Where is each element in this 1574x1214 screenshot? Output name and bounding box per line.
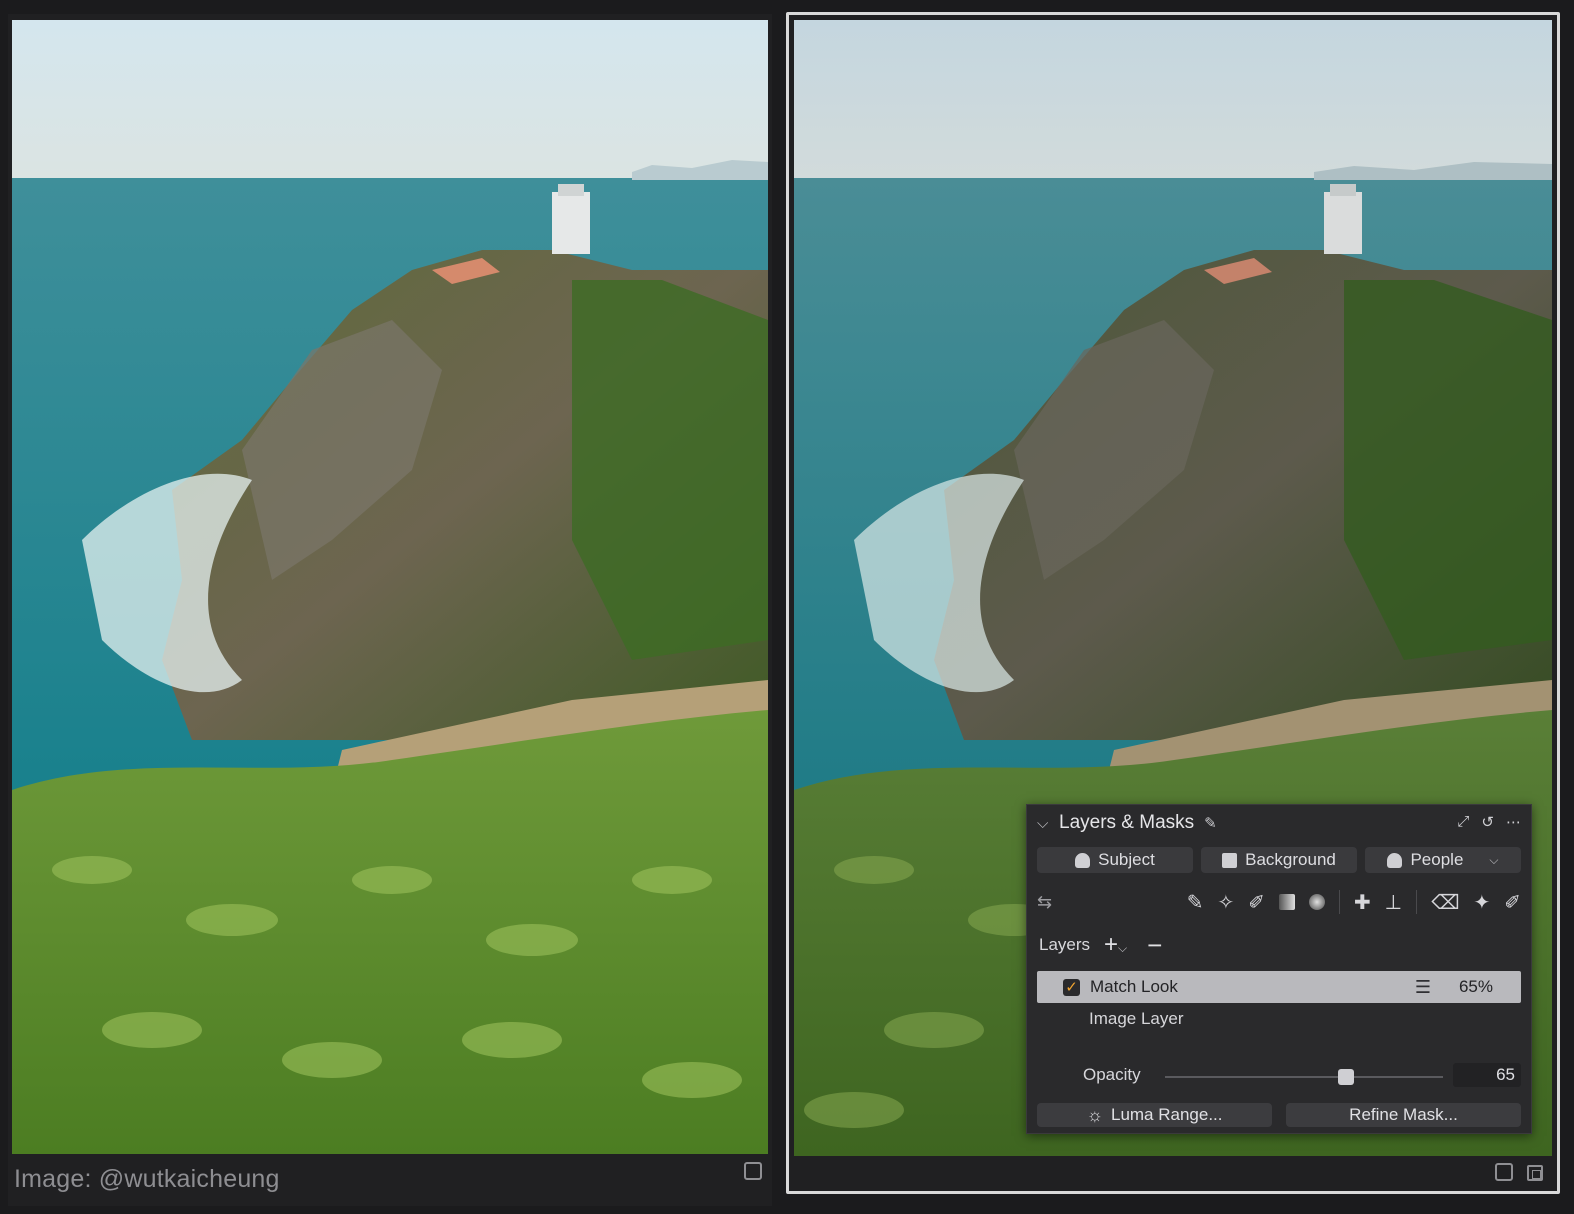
layers-label: Layers bbox=[1039, 935, 1091, 954]
remove-layer-button[interactable]: − bbox=[1147, 932, 1162, 958]
people-mask-button[interactable]: People ⌵ bbox=[1365, 847, 1521, 873]
eraser-icon[interactable]: ⌫ bbox=[1431, 890, 1459, 915]
sun-icon: ☼ bbox=[1086, 1104, 1103, 1125]
people-icon bbox=[1387, 852, 1403, 868]
mask-buttons: Subject Background People ⌵ bbox=[1037, 847, 1521, 873]
layer-visibility-checkbox[interactable]: ✓ bbox=[1063, 978, 1080, 996]
mask-tools-row: ⇆ ✎ ✧ ✐ ✚ ⊥ ⌫ ✦ ✐ bbox=[1037, 887, 1521, 917]
opacity-value-field[interactable]: 65 bbox=[1453, 1063, 1521, 1087]
viewer-left[interactable]: Image: @wutkaicheung bbox=[8, 14, 772, 1206]
add-layer-button[interactable]: +⌵ bbox=[1104, 933, 1127, 957]
mask-refine-row: ☼ Luma Range... Refine Mask... bbox=[1037, 1103, 1521, 1127]
more-options-icon[interactable]: ⋯ bbox=[1506, 813, 1521, 831]
magic-eraser-icon[interactable]: ✦ bbox=[1473, 890, 1490, 915]
luma-range-label: Luma Range... bbox=[1110, 1105, 1223, 1124]
panel-header: ⌵ Layers & Masks ✎ ⤢ ↺ ⋯ bbox=[1027, 805, 1531, 841]
opacity-slider-track[interactable] bbox=[1165, 1076, 1443, 1078]
opacity-control: Opacity 65 bbox=[1027, 1063, 1531, 1089]
subject-label: Subject bbox=[1098, 850, 1155, 869]
layers-masks-panel: ⌵ Layers & Masks ✎ ⤢ ↺ ⋯ Subject Backgro… bbox=[1026, 804, 1532, 1134]
frame-icon[interactable] bbox=[744, 1162, 762, 1180]
refine-mask-label: Refine Mask... bbox=[1349, 1105, 1458, 1124]
image-credit: Image: @wutkaicheung bbox=[14, 1165, 280, 1193]
brush-icon[interactable]: ✎ bbox=[1187, 890, 1204, 915]
heal-icon[interactable]: ✚ bbox=[1354, 890, 1371, 915]
reset-icon[interactable]: ↺ bbox=[1481, 813, 1494, 831]
frame-icon[interactable] bbox=[1495, 1163, 1513, 1181]
ai-eraser-icon[interactable]: ✐ bbox=[1504, 890, 1521, 915]
expand-icon[interactable]: ⤢ bbox=[1457, 813, 1469, 831]
image-layer-item[interactable]: Image Layer bbox=[1089, 1009, 1184, 1029]
panel-title: Layers & Masks bbox=[1059, 812, 1195, 833]
pipette-icon[interactable]: ✎ bbox=[1204, 814, 1217, 832]
layer-row-selected[interactable]: ✓ Match Look ☰ 65% bbox=[1037, 971, 1521, 1003]
layer-opacity-percent: 65% bbox=[1458, 977, 1493, 996]
linear-gradient-icon[interactable] bbox=[1279, 894, 1295, 910]
opacity-slider-thumb[interactable] bbox=[1337, 1069, 1354, 1085]
refine-mask-button[interactable]: Refine Mask... bbox=[1286, 1103, 1521, 1127]
layers-toolbar: Layers +⌵ − bbox=[1039, 932, 1162, 958]
luma-range-button[interactable]: ☼ Luma Range... bbox=[1037, 1103, 1272, 1127]
collapse-chevron-icon[interactable]: ⌵ bbox=[1037, 815, 1055, 832]
subject-mask-button[interactable]: Subject bbox=[1037, 847, 1193, 873]
background-label: Background bbox=[1245, 850, 1336, 869]
grid-icon[interactable] bbox=[1527, 1165, 1543, 1181]
adjustments-icon[interactable]: ☰ bbox=[1415, 977, 1431, 998]
people-label: People bbox=[1410, 850, 1464, 869]
person-icon bbox=[1075, 852, 1091, 868]
layer-name: Match Look bbox=[1090, 977, 1178, 996]
photo-original bbox=[12, 20, 768, 1154]
opacity-label: Opacity bbox=[1083, 1065, 1141, 1084]
radial-gradient-icon[interactable] bbox=[1309, 894, 1325, 910]
chevron-down-icon: ⌵ bbox=[1489, 852, 1499, 867]
ai-brush-icon[interactable]: ✐ bbox=[1248, 890, 1265, 915]
tool-separator bbox=[1339, 890, 1340, 914]
clone-stamp-icon[interactable]: ⊥ bbox=[1385, 890, 1402, 915]
swap-icon[interactable]: ⇆ bbox=[1037, 892, 1067, 913]
background-icon bbox=[1222, 852, 1238, 868]
background-mask-button[interactable]: Background bbox=[1201, 847, 1357, 873]
magic-brush-icon[interactable]: ✧ bbox=[1217, 890, 1234, 915]
comparison-view: Image: @wutkaicheung ⌵ Layers & Masks ✎ … bbox=[0, 0, 1574, 1214]
tool-separator bbox=[1416, 890, 1418, 914]
